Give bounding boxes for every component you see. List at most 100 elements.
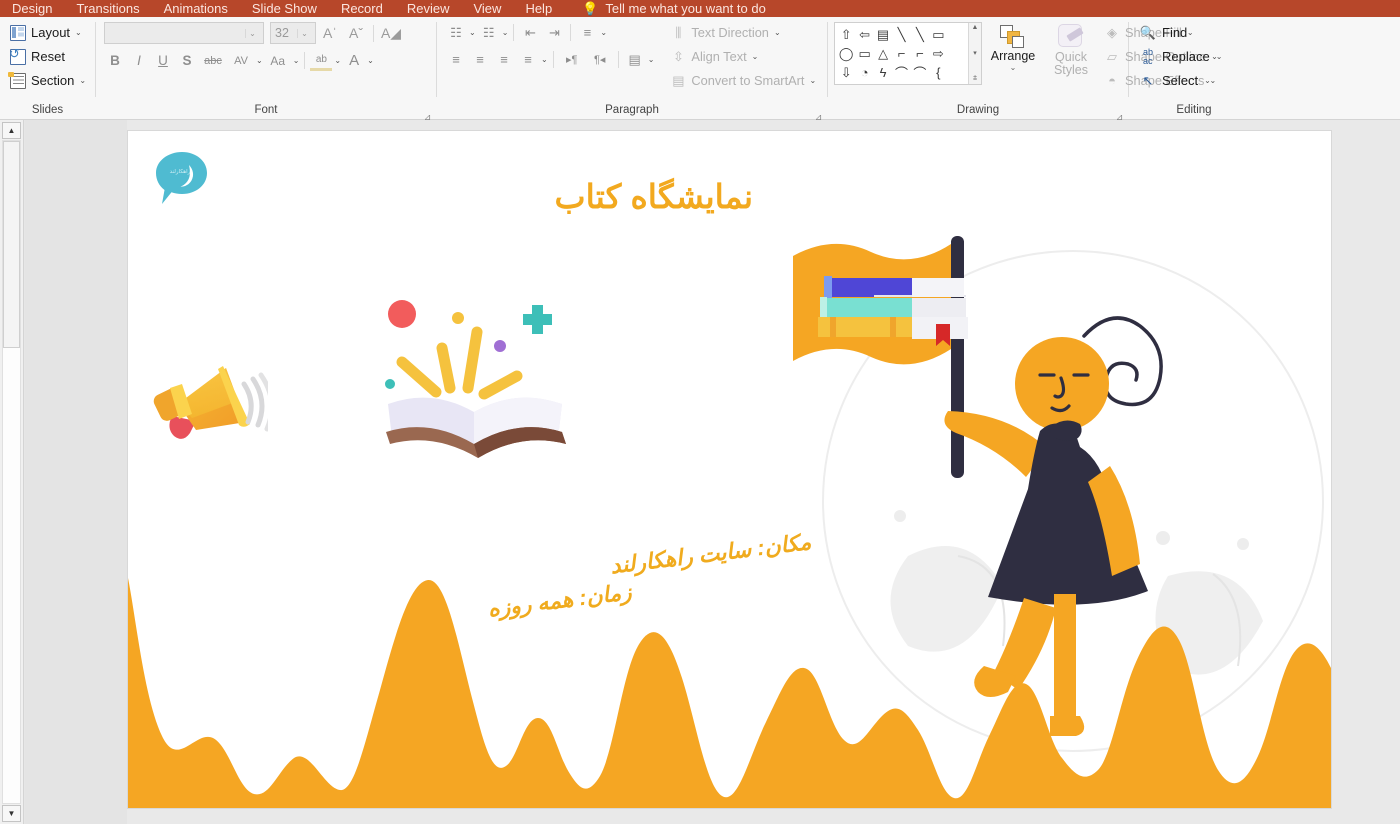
chevron-down-icon[interactable]: ⌄ — [541, 55, 548, 64]
strikethrough-button[interactable]: abc — [200, 50, 226, 71]
replace-button[interactable]: ab ac Replace ⌄ — [1137, 46, 1225, 67]
rtl-direction-button[interactable]: ¶◂ — [587, 49, 613, 70]
bullets-button[interactable]: ☷ — [445, 22, 467, 43]
decrease-font-size-button[interactable]: Aˇ — [344, 22, 368, 44]
increase-indent-button[interactable]: ⇥ — [543, 22, 565, 43]
shape-text-box[interactable]: ▤ — [874, 25, 892, 44]
shape-rectangle[interactable]: ▭ — [929, 25, 947, 44]
shape-brace[interactable]: { — [929, 63, 947, 82]
scrollbar-track[interactable] — [2, 140, 21, 804]
shape-arc[interactable]: ⌒ — [892, 63, 910, 82]
tab-record[interactable]: Record — [329, 0, 395, 17]
columns-button[interactable]: ▤ — [624, 49, 646, 70]
tab-review[interactable]: Review — [395, 0, 462, 17]
convert-to-smartart-button[interactable]: ▤ Convert to SmartArt ⌄ — [670, 70, 816, 91]
align-text-button[interactable]: ⇳ Align Text ⌄ — [670, 46, 816, 67]
shape-up-arrow[interactable]: ⇧ — [837, 25, 855, 44]
text-direction-label: Text Direction — [691, 25, 769, 40]
bold-button[interactable]: B — [104, 50, 126, 71]
paragraph-dialog-launcher[interactable]: ⊿ — [814, 110, 823, 122]
numbering-button[interactable]: ☷ — [478, 22, 500, 43]
slide-canvas[interactable]: راهکارلند نمایشگاه کتاب مکان: سایت راهکا… — [128, 131, 1331, 808]
shape-blank-1[interactable] — [948, 25, 966, 44]
text-shadow-button[interactable]: S — [176, 50, 198, 71]
shape-elbow-connector[interactable]: ⌐ — [892, 44, 910, 63]
chevron-down-icon[interactable]: ⌄ — [502, 28, 509, 37]
shape-right-arrow[interactable]: ⇨ — [929, 44, 947, 63]
text-direction-button[interactable]: ⫼ Text Direction ⌄ — [670, 22, 816, 43]
tab-transitions[interactable]: Transitions — [64, 0, 151, 17]
ribbon-group-drawing: ⇧ ⇦ ▤ ╲ ╲ ▭ ◯ ▭ △ ⌐ ⌐ ⇨ ⇩ ◔ ϟ ⌒ ⌒ {▲ ▾ … — [828, 17, 1218, 122]
text-direction-icon: ⫼ — [675, 24, 682, 40]
tab-view[interactable]: View — [461, 0, 513, 17]
shape-freeform-scribble[interactable]: ϟ — [874, 63, 892, 82]
shape-line[interactable]: ╲ — [892, 25, 910, 44]
scroll-up-icon[interactable]: ▲ — [972, 24, 979, 31]
chevron-down-icon[interactable]: ⌄ — [469, 28, 476, 37]
shape-down-arrow[interactable]: ⇩ — [837, 63, 855, 82]
bold-icon: B — [110, 53, 120, 68]
chevron-down-icon[interactable]: ⌄ — [334, 56, 341, 65]
increase-font-size-button[interactable]: Aˈ — [318, 22, 342, 44]
select-button[interactable]: ↖ Select ⌄ — [1137, 70, 1225, 91]
scrollbar-thumb[interactable] — [3, 141, 20, 348]
shape-rounded-rectangle[interactable]: ▭ — [855, 44, 873, 63]
reset-button[interactable]: Reset — [6, 46, 90, 67]
shape-curve[interactable]: ⌒ — [911, 63, 929, 82]
justify-button[interactable]: ≡ — [517, 49, 539, 70]
align-right-button[interactable]: ≡ — [493, 49, 515, 70]
align-center-button[interactable]: ≡ — [469, 49, 491, 70]
slide-editing-stage[interactable]: راهکارلند نمایشگاه کتاب مکان: سایت راهکا… — [127, 120, 1400, 824]
underline-button[interactable]: U — [152, 50, 174, 71]
font-size-combobox[interactable]: 32 ⌄ — [270, 22, 316, 44]
font-color-button[interactable]: A — [343, 50, 365, 71]
scroll-thumb-icon[interactable]: ▾ — [973, 49, 977, 57]
chevron-down-icon[interactable]: ⌄ — [367, 56, 374, 65]
arrange-button[interactable]: Arrange ⌄ — [986, 22, 1040, 72]
scroll-up-button[interactable]: ▲ — [2, 122, 21, 139]
shape-left-arrow[interactable]: ⇦ — [855, 25, 873, 44]
character-spacing-button[interactable]: AV — [228, 50, 254, 71]
flag-pole — [951, 236, 964, 478]
clear-formatting-button[interactable]: A◢ — [379, 22, 403, 44]
tab-design[interactable]: Design — [0, 0, 64, 17]
find-button[interactable]: 🔍 Find — [1137, 22, 1225, 43]
section-button[interactable]: Section ⌄ — [6, 70, 90, 91]
shape-line-arrow[interactable]: ╲ — [911, 25, 929, 44]
layout-button[interactable]: Layout ⌄ — [6, 22, 90, 43]
shape-blank-3[interactable] — [948, 63, 966, 82]
shapes-gallery[interactable]: ⇧ ⇦ ▤ ╲ ╲ ▭ ◯ ▭ △ ⌐ ⌐ ⇨ ⇩ ◔ ϟ ⌒ ⌒ {▲ ▾ … — [834, 22, 982, 85]
shape-blank-2[interactable] — [948, 44, 966, 63]
align-text-icon: ⇳ — [672, 48, 684, 64]
chevron-down-icon[interactable]: ⌄ — [600, 28, 607, 37]
text-highlight-color-button[interactable]: ab — [310, 50, 333, 71]
tab-animations[interactable]: Animations — [152, 0, 240, 17]
tab-help[interactable]: Help — [513, 0, 564, 17]
quick-styles-button[interactable]: Quick Styles — [1044, 22, 1098, 77]
ltr-direction-button[interactable]: ▸¶ — [559, 49, 585, 70]
align-left-button[interactable]: ≡ — [445, 49, 467, 70]
shape-triangle[interactable]: △ — [874, 44, 892, 63]
slide-thumbnail-panel[interactable] — [25, 120, 127, 824]
chevron-down-icon[interactable]: ⌄ — [648, 55, 655, 64]
drawing-dialog-launcher[interactable]: ⊿ — [1115, 110, 1124, 122]
line-spacing-button[interactable]: ≡ — [576, 22, 598, 43]
font-dialog-launcher[interactable]: ⊿ — [423, 110, 432, 122]
convert-smartart-label: Convert to SmartArt — [691, 73, 805, 88]
shape-pie[interactable]: ◔ — [855, 63, 873, 82]
tell-me-search[interactable]: 💡 Tell me what you want to do — [582, 1, 766, 17]
chevron-down-icon[interactable]: ⌄ — [293, 56, 300, 65]
chevron-down-icon[interactable]: ⌄ — [256, 56, 263, 65]
font-name-combobox[interactable]: ⌄ — [104, 22, 264, 44]
decrease-indent-button[interactable]: ⇤ — [519, 22, 541, 43]
slide-title[interactable]: نمایشگاه کتاب — [555, 177, 753, 216]
shapes-scrollbar[interactable]: ▲ ▾ ⩲ — [968, 23, 981, 84]
shapes-more-icon[interactable]: ⩲ — [973, 75, 977, 83]
tab-slide-show[interactable]: Slide Show — [240, 0, 329, 17]
thumbnail-scrollbar[interactable]: ▲ ▼ — [0, 120, 24, 824]
change-case-button[interactable]: Aa — [265, 50, 291, 71]
italic-button[interactable]: I — [128, 50, 150, 71]
shape-oval[interactable]: ◯ — [837, 44, 855, 63]
scroll-down-button[interactable]: ▼ — [2, 805, 21, 822]
shape-elbow-arrow[interactable]: ⌐ — [911, 44, 929, 63]
